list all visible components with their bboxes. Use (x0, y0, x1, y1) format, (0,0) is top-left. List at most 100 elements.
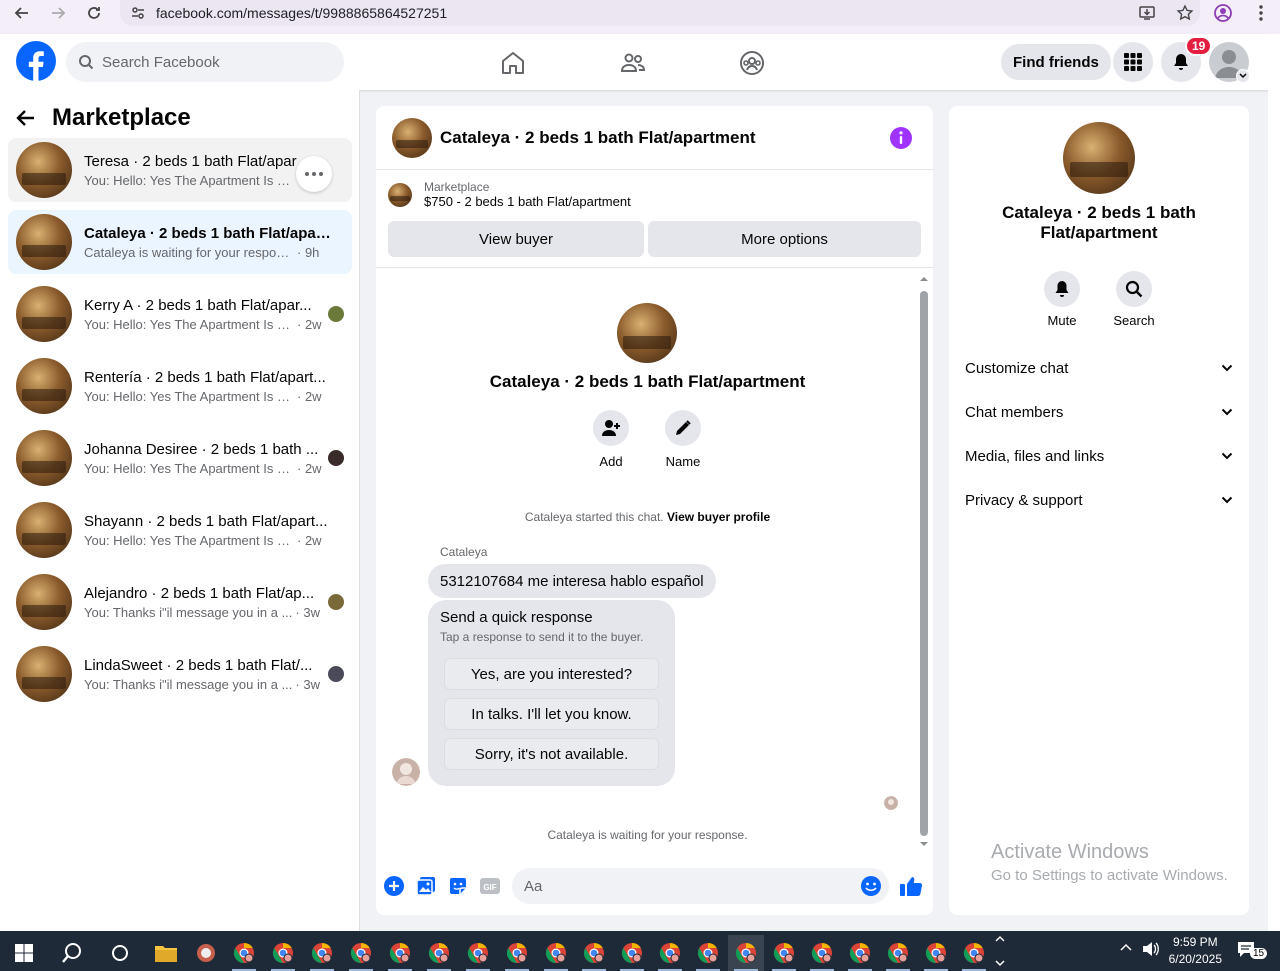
conversation-name: Shayann · 2 beds 1 bath Flat/apart... (84, 512, 328, 530)
more-options-button[interactable]: More options (648, 221, 921, 257)
chrome-taskbar-icon[interactable] (766, 935, 802, 971)
taskbar-clock[interactable]: 9:59 PM 6/20/2025 (1169, 934, 1222, 968)
conversation-item[interactable]: Teresa · 2 beds 1 bath Flat/apar… You: H… (8, 138, 352, 202)
url-text[interactable]: facebook.com/messages/t/9988865864527251 (156, 5, 447, 21)
conversation-item[interactable]: Rentería · 2 beds 1 bath Flat/apart... Y… (8, 354, 352, 418)
quick-reply-button[interactable]: In talks. I'll let you know. (444, 698, 659, 730)
friends-icon[interactable] (620, 50, 646, 76)
browser-menu-icon[interactable] (1242, 0, 1280, 26)
forward-icon[interactable] (40, 0, 76, 26)
listing-avatar (16, 646, 72, 702)
chrome-taskbar-icon[interactable] (499, 935, 535, 971)
view-buyer-profile-link[interactable]: View buyer profile (667, 510, 770, 524)
media-files-links-row[interactable]: Media, files and links (965, 436, 1233, 476)
chrome-taskbar-icon[interactable] (728, 935, 764, 971)
chrome-taskbar-icon[interactable] (690, 935, 726, 971)
menu-grid-icon[interactable] (1113, 42, 1153, 82)
watermark-line2: Go to Settings to activate Windows. (991, 867, 1228, 884)
address-bar[interactable]: facebook.com/messages/t/9988865864527251 (120, 0, 1200, 26)
chrome-taskbar-icon[interactable] (614, 935, 650, 971)
conversation-item[interactable]: Shayann · 2 beds 1 bath Flat/apart... Yo… (8, 498, 352, 562)
notification-badge: 19 (1185, 36, 1213, 56)
like-thumb-icon[interactable] (899, 875, 923, 897)
site-info-icon[interactable] (120, 5, 156, 21)
windows-start-icon[interactable] (6, 935, 42, 971)
chat-title[interactable]: Cataleya · 2 beds 1 bath Flat/apartment (440, 128, 756, 148)
taskbar-search-icon[interactable] (54, 935, 90, 971)
home-icon[interactable] (500, 50, 526, 76)
name-button[interactable]: Name (653, 410, 713, 469)
chrome-taskbar-icon[interactable] (918, 935, 954, 971)
conversation-time: · 9h (297, 244, 320, 260)
plus-icon[interactable] (383, 875, 405, 897)
chrome-taskbar-icon[interactable] (842, 935, 878, 971)
chrome-taskbar-icon[interactable] (652, 935, 688, 971)
conversation-item[interactable]: Alejandro · 2 beds 1 bath Flat/ap... You… (8, 570, 352, 634)
quick-reply-button[interactable]: Yes, are you interested? (444, 658, 659, 690)
details-avatar[interactable] (1063, 122, 1135, 194)
search-facebook-input[interactable]: Search Facebook (66, 42, 344, 82)
view-buyer-button[interactable]: View buyer (388, 221, 644, 257)
photo-icon[interactable] (415, 875, 437, 897)
chrome-taskbar-icon[interactable] (265, 935, 301, 971)
section-label: Privacy & support (965, 491, 1083, 509)
watermark-line1: Activate Windows (991, 841, 1149, 863)
chrome-taskbar-icon[interactable] (421, 935, 457, 971)
account-chevron-icon[interactable] (1236, 69, 1250, 83)
conversation-item[interactable]: Kerry A · 2 beds 1 bath Flat/apar... You… (8, 282, 352, 346)
more-options-icon[interactable] (296, 156, 332, 192)
conversation-snippet: You: Hello: Yes The Apartment Is St... (84, 460, 294, 476)
task-view-icon[interactable] (102, 935, 138, 971)
search-in-chat-button[interactable]: Search (1104, 271, 1164, 328)
facebook-logo-icon[interactable] (16, 41, 56, 81)
info-icon[interactable] (889, 126, 913, 150)
chrome-taskbar-icon[interactable] (956, 935, 992, 971)
conversation-item[interactable]: Johanna Desiree · 2 beds 1 bath ... You:… (8, 426, 352, 490)
buyer-avatar[interactable] (617, 303, 677, 363)
sticker-icon[interactable] (447, 875, 469, 897)
chat-scrollbar[interactable] (919, 274, 929, 849)
find-friends-button[interactable]: Find friends (1001, 44, 1111, 80)
conversation-item-active[interactable]: Cataleya · 2 beds 1 bath Flat/apart... C… (8, 210, 352, 274)
volume-icon[interactable] (1142, 941, 1160, 957)
back-icon[interactable] (4, 0, 40, 26)
message-input[interactable]: Aa (512, 868, 889, 904)
emoji-icon[interactable] (860, 875, 882, 897)
chrome-taskbar-icon[interactable] (304, 935, 340, 971)
chrome-taskbar-icon[interactable] (460, 935, 496, 971)
reload-icon[interactable] (76, 0, 112, 26)
gif-icon[interactable]: GIF (479, 875, 501, 897)
message-bubble[interactable]: 5312107684 me interesa hablo español (428, 564, 716, 598)
privacy-support-row[interactable]: Privacy & support (965, 480, 1233, 520)
page-scrollbar[interactable] (1268, 34, 1280, 931)
chrome-taskbar-icon[interactable] (880, 935, 916, 971)
chrome-taskbar-icon[interactable] (804, 935, 840, 971)
install-app-icon[interactable] (1128, 0, 1166, 26)
scroll-tray-icon[interactable] (994, 933, 1006, 969)
conversation-item[interactable]: LindaSweet · 2 beds 1 bath Flat/... You:… (8, 642, 352, 706)
add-button[interactable]: Add (581, 410, 641, 469)
customize-chat-row[interactable]: Customize chat (965, 348, 1233, 388)
chrome-taskbar-icon[interactable] (382, 935, 418, 971)
sender-avatar[interactable] (392, 758, 420, 786)
tray-chevron-up-icon[interactable] (1119, 941, 1133, 955)
chrome-taskbar-icon[interactable] (226, 935, 262, 971)
listing-row[interactable]: Marketplace $750 - 2 beds 1 bath Flat/ap… (388, 180, 631, 209)
chat-avatar[interactable] (392, 117, 432, 158)
file-explorer-icon[interactable] (148, 935, 184, 971)
chrome-taskbar-icon[interactable] (576, 935, 612, 971)
chat-members-row[interactable]: Chat members (965, 392, 1233, 432)
app-icon[interactable] (188, 935, 224, 971)
mute-button[interactable]: Mute (1032, 271, 1092, 328)
add-label: Add (599, 454, 623, 469)
chrome-taskbar-icon[interactable] (343, 935, 379, 971)
back-arrow-icon[interactable] (16, 108, 36, 128)
chrome-taskbar-icon[interactable] (538, 935, 574, 971)
browser-profile-icon[interactable] (1204, 0, 1242, 26)
bookmark-star-icon[interactable] (1166, 0, 1204, 26)
groups-icon[interactable] (739, 50, 765, 76)
quick-reply-button[interactable]: Sorry, it's not available. (444, 738, 659, 770)
details-name-line2: Flat/apartment (1040, 223, 1158, 242)
clock-time: 9:59 PM (1172, 935, 1218, 949)
search-icon (79, 55, 94, 70)
